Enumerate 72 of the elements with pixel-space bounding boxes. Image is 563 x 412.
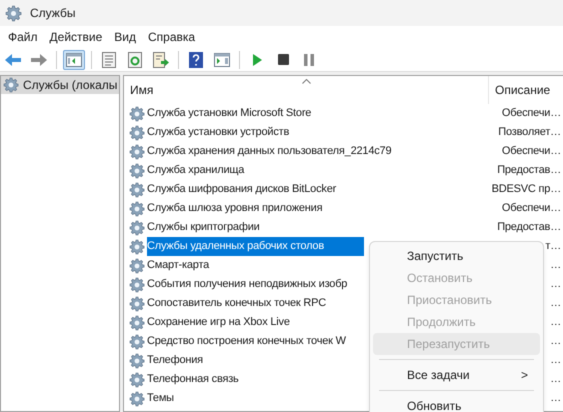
gear-icon	[129, 182, 145, 198]
window-title: Службы	[30, 5, 76, 22]
gear-icon	[129, 372, 145, 388]
gear-icon	[129, 238, 145, 254]
column-header[interactable]: Описание	[489, 76, 563, 104]
service-description: …	[550, 258, 561, 274]
gear-icon	[129, 220, 145, 236]
gear-icon	[3, 77, 19, 93]
service-description: Предостав…	[497, 220, 561, 236]
service-name[interactable]: Служба хранения данных пользователя_2214c79	[147, 142, 432, 161]
export-icon	[153, 52, 169, 68]
gear-icon	[129, 200, 145, 216]
service-description: Позволяет…	[498, 125, 561, 140]
service-description: Обеспечи…	[502, 144, 561, 160]
service-name[interactable]: Телефония	[147, 351, 243, 370]
submenu-arrow: >	[520, 367, 528, 384]
service-description: Обеспечи…	[502, 106, 561, 122]
service-description: т…	[545, 239, 561, 254]
service-name[interactable]: Темы	[147, 389, 214, 408]
service-description: …	[550, 391, 561, 406]
service-name[interactable]: Сохранение игр на Xbox Live	[147, 313, 330, 332]
gear-icon	[129, 314, 145, 330]
service-description: …	[550, 353, 561, 368]
console-tree-icon	[66, 52, 82, 66]
service-name[interactable]: Смарт-карта	[147, 256, 250, 275]
column-header[interactable]: Имя	[124, 76, 489, 104]
menu-item[interactable]: Вид	[108, 26, 142, 48]
gear-icon	[129, 162, 145, 178]
service-description: Обеспечи…	[502, 201, 561, 216]
gear-icon	[129, 106, 145, 122]
stop-icon	[278, 54, 288, 65]
menu-item[interactable]: Действие	[44, 26, 108, 48]
service-name[interactable]: Службы криптографии	[147, 218, 300, 237]
service-name[interactable]: Телефонная связь	[147, 370, 279, 389]
service-description: …	[550, 315, 561, 330]
context-menu-item[interactable]: Все задачи >	[373, 364, 540, 386]
gear-icon	[129, 352, 145, 368]
back-arrow-icon	[4, 52, 22, 66]
service-name[interactable]: Служба хранилища	[147, 161, 284, 180]
service-description: BDESVC пр…	[492, 182, 561, 198]
help-icon	[189, 52, 203, 68]
action-pane-icon	[214, 52, 230, 66]
play-icon	[252, 54, 262, 66]
menu-item[interactable]: Справка	[142, 26, 202, 48]
gear-icon	[129, 276, 145, 292]
context-menu-item[interactable]: Запустить	[373, 245, 540, 267]
forward-arrow-icon	[30, 52, 48, 66]
service-name[interactable]: Служба шифрования дисков BitLocker	[147, 180, 376, 199]
service-description: …	[550, 372, 561, 388]
refresh-icon	[128, 52, 142, 68]
gear-icon	[129, 124, 145, 140]
service-name[interactable]: Служба шлюза уровня приложения	[147, 199, 362, 218]
gear-icon	[129, 258, 145, 274]
tree-item[interactable]: Службы (локалы	[1, 76, 119, 94]
menu-item[interactable]: Файл	[2, 26, 44, 48]
service-name[interactable]: Служба установки Microsoft Store	[147, 104, 352, 123]
service-name[interactable]: Сопоставитель конечных точек RPC	[147, 294, 366, 313]
gear-icon	[129, 390, 145, 406]
app-gear-icon	[5, 4, 22, 22]
service-name[interactable]: Службы удаленных рабочих столов	[147, 237, 364, 256]
context-menu-item[interactable]: Обновить	[373, 395, 540, 412]
service-description: Предостав…	[497, 163, 561, 178]
gear-icon	[129, 144, 145, 160]
service-description: …	[550, 334, 561, 350]
service-name[interactable]: Служба установки устройств	[147, 123, 330, 142]
gear-icon	[129, 296, 145, 312]
pause-icon	[304, 54, 314, 66]
properties-icon	[102, 52, 116, 68]
service-description: …	[550, 277, 561, 292]
sort-caret-icon	[302, 79, 311, 84]
gear-icon	[129, 334, 145, 350]
service-description: …	[550, 296, 561, 312]
